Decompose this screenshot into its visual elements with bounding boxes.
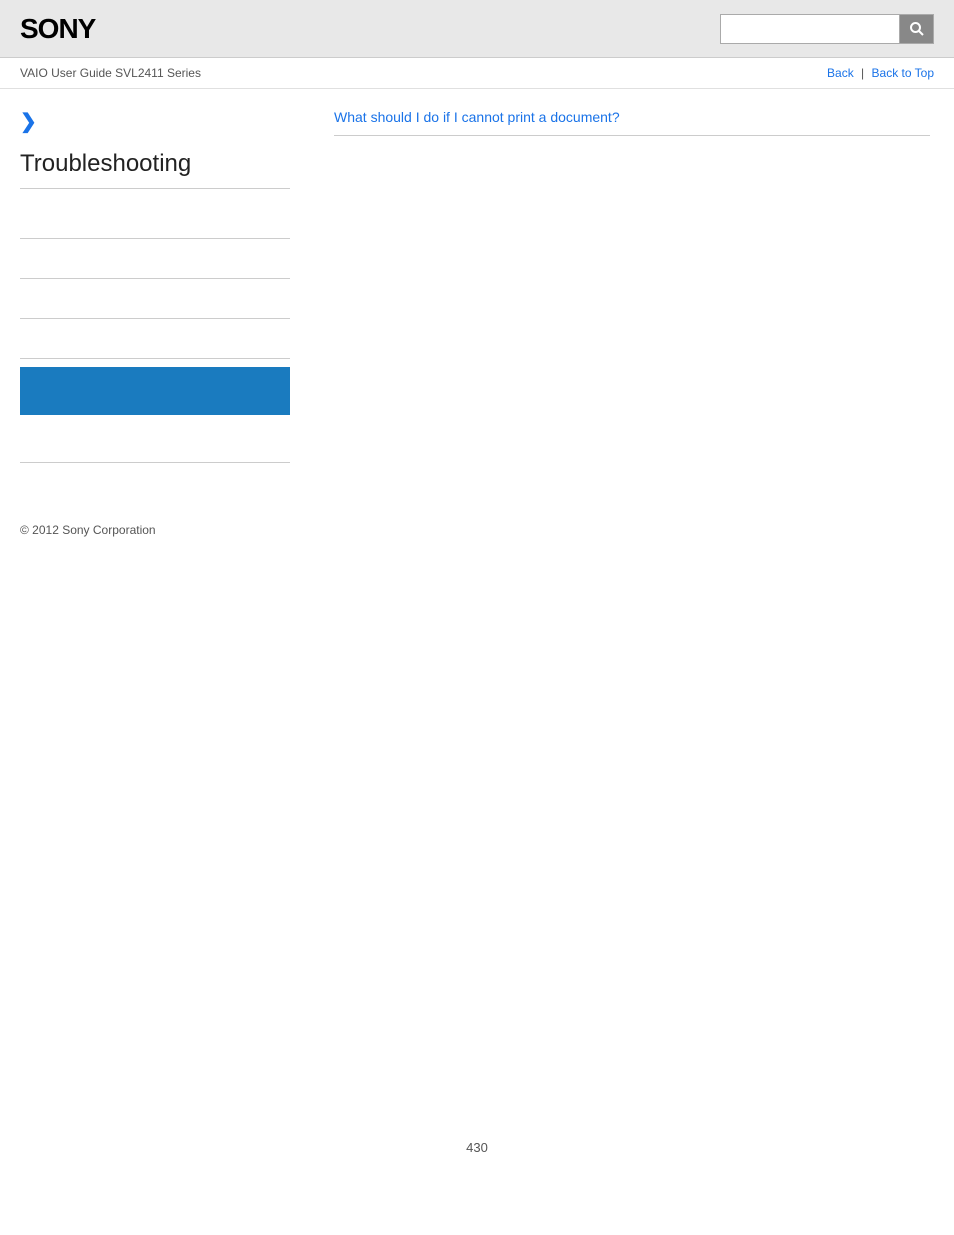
search-input[interactable] (720, 14, 900, 44)
header: SONY (0, 0, 954, 58)
nav-links: Back | Back to Top (827, 66, 934, 80)
nav-separator: | (861, 66, 864, 80)
search-button[interactable] (900, 14, 934, 44)
sidebar-highlight-item[interactable] (20, 367, 290, 415)
chevron-icon: ❯ (20, 109, 290, 134)
copyright-text: © 2012 Sony Corporation (20, 523, 156, 537)
sony-logo: SONY (20, 13, 95, 45)
back-to-top-link[interactable]: Back to Top (872, 66, 934, 80)
list-item[interactable] (20, 279, 290, 319)
breadcrumb: VAIO User Guide SVL2411 Series (20, 66, 201, 80)
list-item[interactable] (20, 423, 290, 463)
search-icon (909, 21, 925, 37)
back-link[interactable]: Back (827, 66, 854, 80)
content-link[interactable]: What should I do if I cannot print a doc… (334, 109, 930, 136)
list-item[interactable] (20, 199, 290, 239)
sidebar: ❯ Troubleshooting (0, 89, 310, 483)
footer: © 2012 Sony Corporation (0, 503, 954, 557)
list-item[interactable] (20, 239, 290, 279)
main-content: ❯ Troubleshooting What should I do if I … (0, 89, 954, 483)
sidebar-title: Troubleshooting (20, 150, 290, 189)
content-area: What should I do if I cannot print a doc… (310, 89, 954, 483)
nav-bar: VAIO User Guide SVL2411 Series Back | Ba… (0, 58, 954, 89)
page-number: 430 (446, 1120, 508, 1175)
list-item[interactable] (20, 319, 290, 359)
search-area (720, 14, 934, 44)
